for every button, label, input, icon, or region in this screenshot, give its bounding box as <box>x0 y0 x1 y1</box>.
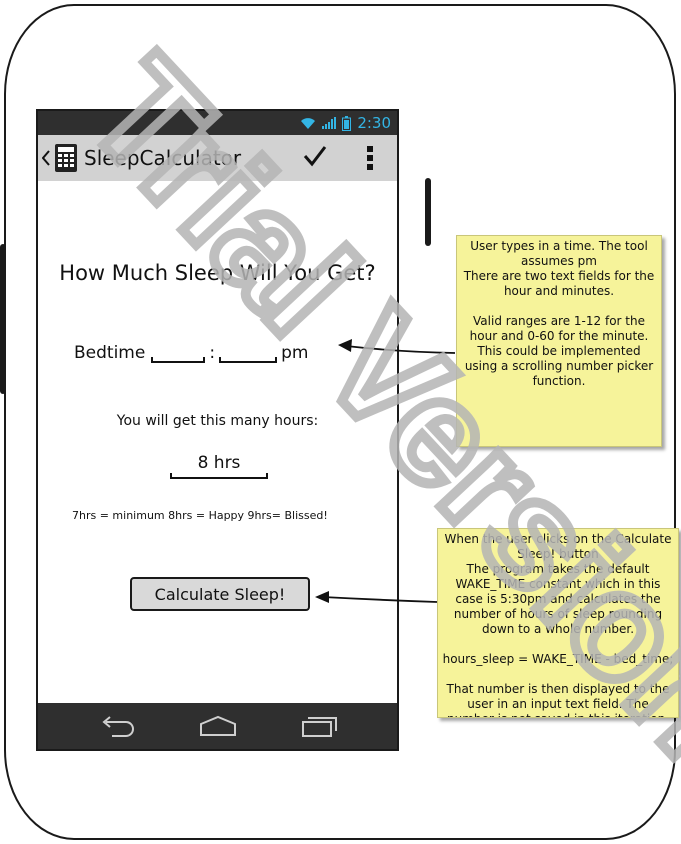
back-icon[interactable] <box>100 715 136 737</box>
battery-icon <box>342 115 352 131</box>
hour-input[interactable] <box>151 343 206 363</box>
period-label: pm <box>281 343 309 363</box>
home-icon[interactable] <box>198 715 238 737</box>
calculate-annotation-note: When the user clicks on the Calculate Sl… <box>437 528 679 718</box>
wifi-icon <box>301 117 316 129</box>
check-icon[interactable] <box>302 143 328 169</box>
back-chevron-icon[interactable] <box>42 150 50 166</box>
minute-input[interactable] <box>219 343 278 363</box>
bedtime-label: Bedtime <box>74 343 146 363</box>
time-separator: : <box>209 343 216 363</box>
status-bar: 2:30 <box>38 111 397 135</box>
app-title: SleepCalculator <box>84 146 242 170</box>
overflow-menu-icon[interactable] <box>366 145 374 171</box>
phone-screen: 2:30 SleepCalculator How Much Sleep Will… <box>36 109 399 751</box>
calculator-app-icon <box>55 144 77 172</box>
hours-output-field[interactable]: 8 hrs <box>170 453 268 479</box>
volume-button <box>0 244 6 394</box>
calculate-sleep-button[interactable]: Calculate Sleep! <box>130 577 310 611</box>
navigation-bar <box>38 703 397 749</box>
signal-icon <box>322 117 337 129</box>
status-time: 2:30 <box>357 114 391 132</box>
recent-apps-icon[interactable] <box>300 715 338 737</box>
power-button <box>425 178 431 246</box>
content-area: How Much Sleep Will You Get? Bedtime : p… <box>38 181 397 707</box>
bedtime-row: Bedtime : pm <box>74 343 308 363</box>
input-annotation-note: User types in a time. The tool assumes p… <box>456 235 662 447</box>
action-bar: SleepCalculator <box>38 135 397 181</box>
page-title: How Much Sleep Will You Get? <box>59 261 376 285</box>
sleep-legend: 7hrs = minimum 8hrs = Happy 9hrs= Blisse… <box>72 509 328 522</box>
hours-prompt: You will get this many hours: <box>116 413 319 429</box>
